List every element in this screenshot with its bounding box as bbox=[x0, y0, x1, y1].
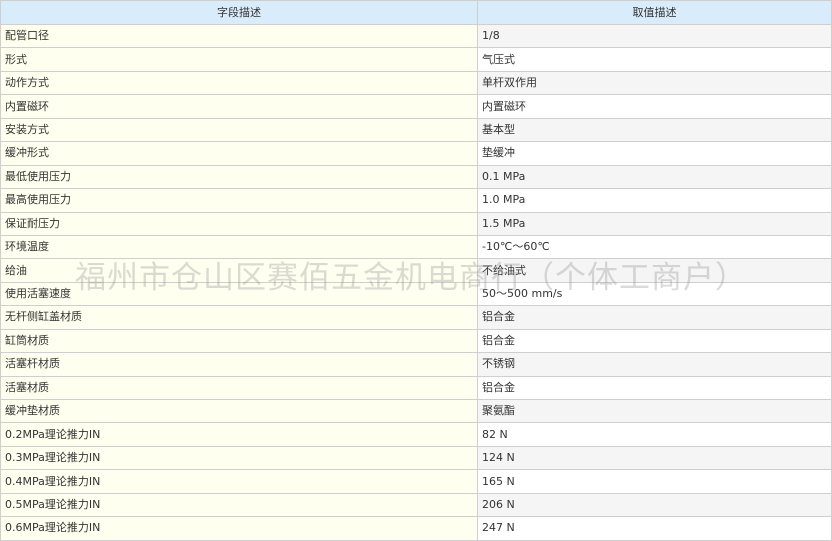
field-name: 形式 bbox=[0, 47, 478, 72]
table-row: 0.5MPa理论推力IN 206 N bbox=[0, 492, 832, 518]
field-name: 0.3MPa理论推力IN bbox=[0, 445, 478, 471]
field-name: 0.6MPa理论推力IN bbox=[0, 516, 478, 541]
table-row: 0.2MPa理论推力IN 82 N bbox=[0, 422, 832, 447]
field-value: 聚氨酯 bbox=[477, 398, 832, 424]
table-row: 无杆侧缸盖材质 铝合金 bbox=[0, 305, 832, 330]
field-name: 0.4MPa理论推力IN bbox=[0, 469, 478, 494]
table-row: 配管口径 1/8 bbox=[0, 23, 832, 49]
table-row: 使用活塞速度 50～500 mm/s bbox=[0, 281, 832, 307]
field-name: 无杆侧缸盖材质 bbox=[0, 305, 478, 330]
field-name: 环境温度 bbox=[0, 234, 478, 260]
header-value: 取值描述 bbox=[477, 0, 832, 25]
field-name: 最高使用压力 bbox=[0, 188, 478, 213]
field-name: 缸筒材质 bbox=[0, 328, 478, 354]
table-row: 活塞杆材质 不锈钢 bbox=[0, 352, 832, 377]
table-row: 缓冲垫材质 聚氨酯 bbox=[0, 398, 832, 424]
field-value: 铝合金 bbox=[477, 305, 832, 330]
table-row: 缓冲形式 垫缓冲 bbox=[0, 141, 832, 166]
field-value: 50～500 mm/s bbox=[477, 281, 832, 307]
field-name: 动作方式 bbox=[0, 70, 478, 96]
field-value: 165 N bbox=[477, 469, 832, 494]
table-row: 活塞材质 铝合金 bbox=[0, 375, 832, 401]
table-row: 形式 气压式 bbox=[0, 47, 832, 72]
table-row: 缸筒材质 铝合金 bbox=[0, 328, 832, 354]
field-value: -10℃～60℃ bbox=[477, 234, 832, 260]
field-value: 247 N bbox=[477, 516, 832, 541]
field-name: 内置磁环 bbox=[0, 94, 478, 119]
field-value: 0.1 MPa bbox=[477, 164, 832, 190]
field-value: 内置磁环 bbox=[477, 94, 832, 119]
table-row: 0.6MPa理论推力IN 247 N bbox=[0, 516, 832, 541]
field-name: 0.5MPa理论推力IN bbox=[0, 492, 478, 518]
table-header: 字段描述 取值描述 bbox=[0, 0, 832, 25]
field-value: 不给油式 bbox=[477, 258, 832, 283]
field-value: 124 N bbox=[477, 445, 832, 471]
field-value: 铝合金 bbox=[477, 328, 832, 354]
field-name: 缓冲形式 bbox=[0, 141, 478, 166]
table-row: 动作方式 单杆双作用 bbox=[0, 70, 832, 96]
field-name: 最低使用压力 bbox=[0, 164, 478, 190]
field-value: 1.0 MPa bbox=[477, 188, 832, 213]
table-row: 给油 不给油式 bbox=[0, 258, 832, 283]
table-row: 最高使用压力 1.0 MPa bbox=[0, 188, 832, 213]
field-value: 气压式 bbox=[477, 47, 832, 72]
table-row: 安装方式 基本型 bbox=[0, 117, 832, 143]
field-value: 垫缓冲 bbox=[477, 141, 832, 166]
table-row: 保证耐压力 1.5 MPa bbox=[0, 211, 832, 236]
field-value: 铝合金 bbox=[477, 375, 832, 401]
field-value: 206 N bbox=[477, 492, 832, 518]
field-value: 不锈钢 bbox=[477, 352, 832, 377]
field-name: 0.2MPa理论推力IN bbox=[0, 422, 478, 447]
field-value: 单杆双作用 bbox=[477, 70, 832, 96]
table-row: 0.4MPa理论推力IN 165 N bbox=[0, 469, 832, 494]
field-name: 活塞杆材质 bbox=[0, 352, 478, 377]
field-value: 82 N bbox=[477, 422, 832, 447]
field-name: 保证耐压力 bbox=[0, 211, 478, 236]
spec-table: 字段描述 取值描述 配管口径 1/8 形式 气压式 动作方式 单杆双作用 内置磁环 内置磁环安… bbox=[0, 0, 832, 541]
field-name: 安装方式 bbox=[0, 117, 478, 143]
field-value: 基本型 bbox=[477, 117, 832, 143]
header-field: 字段描述 bbox=[0, 0, 478, 25]
table-row: 0.3MPa理论推力IN 124 N bbox=[0, 445, 832, 471]
field-name: 给油 bbox=[0, 258, 478, 283]
field-value: 1/8 bbox=[477, 23, 832, 49]
field-name: 活塞材质 bbox=[0, 375, 478, 401]
field-name: 缓冲垫材质 bbox=[0, 398, 478, 424]
field-value: 1.5 MPa bbox=[477, 211, 832, 236]
table-row: 内置磁环 内置磁环 bbox=[0, 94, 832, 119]
field-name: 使用活塞速度 bbox=[0, 281, 478, 307]
table-row: 环境温度 -10℃～60℃ bbox=[0, 234, 832, 260]
table-row: 最低使用压力 0.1 MPa bbox=[0, 164, 832, 190]
field-name: 配管口径 bbox=[0, 23, 478, 49]
